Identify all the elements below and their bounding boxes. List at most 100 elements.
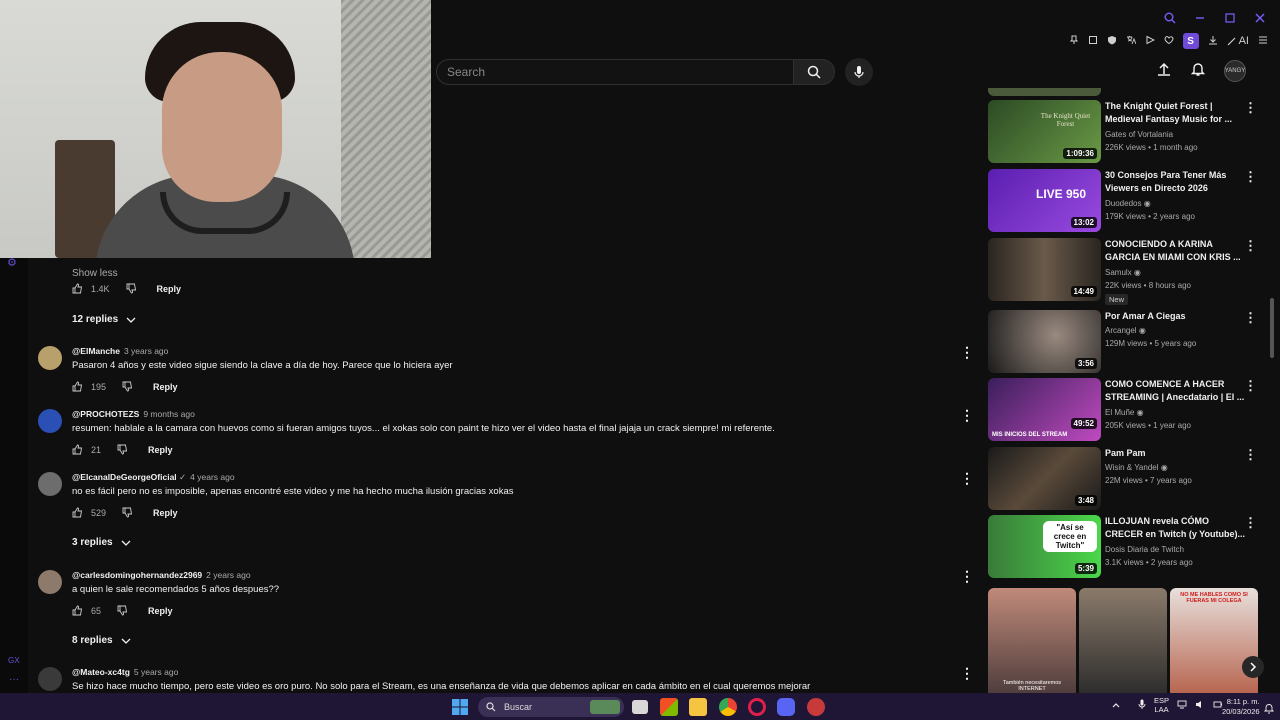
heart-icon[interactable] — [1164, 35, 1174, 48]
store-icon[interactable] — [660, 698, 678, 716]
account-avatar[interactable]: YANGY — [1224, 60, 1246, 82]
like-icon[interactable] — [72, 605, 83, 616]
video-title[interactable]: Por Amar A Ciegas — [1105, 310, 1245, 323]
video-menu-icon[interactable]: ⋮ — [1244, 238, 1257, 254]
short-video[interactable]: También necesitaremos INTERNET — [988, 588, 1076, 693]
menu-icon[interactable] — [1258, 35, 1268, 48]
reply-button[interactable]: Reply — [148, 606, 173, 616]
video-menu-icon[interactable]: ⋮ — [1244, 447, 1257, 463]
chevron-up-icon[interactable] — [1112, 701, 1120, 710]
notification-bell-icon[interactable] — [1263, 701, 1275, 719]
language-indicator[interactable]: ESP LAA — [1154, 696, 1169, 714]
video-channel[interactable]: El Muñe ◉ — [1105, 408, 1144, 417]
commenter-avatar[interactable] — [38, 570, 62, 594]
app-icon[interactable] — [807, 698, 825, 716]
video-channel[interactable]: Wisin & Yandel ◉ — [1105, 463, 1168, 472]
play-icon[interactable] — [1145, 35, 1155, 48]
video-title[interactable]: CONOCIENDO A KARINA GARCIA EN MIAMI CON … — [1105, 238, 1245, 264]
video-channel[interactable]: Arcangel ◉ — [1105, 326, 1146, 335]
reply-button[interactable]: Reply — [157, 284, 182, 294]
opera-gx-icon[interactable] — [748, 698, 766, 716]
replies-toggle[interactable]: 12 replies — [72, 314, 136, 325]
shorts-next-button[interactable] — [1242, 656, 1264, 678]
video-menu-icon[interactable]: ⋮ — [1244, 515, 1257, 531]
video-menu-icon[interactable]: ⋮ — [1244, 169, 1257, 185]
commenter-avatar[interactable] — [38, 472, 62, 496]
video-channel[interactable]: Samulx ◉ — [1105, 268, 1141, 277]
reply-button[interactable]: Reply — [153, 382, 178, 392]
minimize-icon[interactable] — [1194, 12, 1206, 27]
reply-button[interactable]: Reply — [153, 508, 178, 518]
ai-button[interactable]: AI — [1227, 35, 1249, 47]
network-icon[interactable] — [1177, 700, 1187, 711]
video-title[interactable]: ILLOJUAN revela CÓMO CRECER en Twitch (y… — [1105, 515, 1245, 541]
video-menu-icon[interactable]: ⋮ — [1244, 100, 1257, 116]
search-icon[interactable] — [1164, 12, 1176, 27]
comment-author[interactable]: @ElcanalDeGeorgeOficial ✓ 4 years ago — [72, 472, 235, 483]
dislike-icon[interactable] — [126, 283, 137, 294]
comment-menu-icon[interactable]: ⋮ — [960, 407, 974, 424]
like-icon[interactable] — [72, 507, 83, 518]
partial-thumbnail[interactable] — [988, 88, 1101, 96]
short-video[interactable] — [1079, 588, 1167, 693]
shield-icon[interactable] — [1107, 35, 1117, 48]
discord-icon[interactable] — [777, 698, 795, 716]
video-menu-icon[interactable]: ⋮ — [1244, 310, 1257, 326]
dislike-icon[interactable] — [122, 381, 133, 392]
replies-toggle[interactable]: 3 replies — [72, 537, 131, 548]
video-channel[interactable]: Duodedos ◉ — [1105, 199, 1151, 208]
microphone-icon[interactable] — [1138, 699, 1146, 711]
commenter-avatar[interactable] — [38, 346, 62, 370]
dislike-icon[interactable] — [117, 605, 128, 616]
more-icon[interactable]: ··· — [9, 674, 19, 685]
translate-icon[interactable] — [1126, 35, 1137, 48]
video-thumbnail[interactable]: The Knight Quiet Forest 1:09:36 — [988, 100, 1101, 163]
notifications-bell-icon[interactable] — [1190, 61, 1206, 82]
s-extension-badge[interactable]: S — [1182, 33, 1199, 49]
video-title[interactable]: The Knight Quiet Forest | Medieval Fanta… — [1105, 100, 1245, 126]
video-menu-icon[interactable]: ⋮ — [1244, 378, 1257, 394]
video-thumbnail[interactable]: 3:56 — [988, 310, 1101, 373]
comment-author[interactable]: @carlesdomingohernandez2969 2 years ago — [72, 570, 251, 580]
chrome-icon[interactable] — [719, 698, 737, 716]
search-button[interactable] — [793, 59, 835, 85]
comment-menu-icon[interactable]: ⋮ — [960, 665, 974, 682]
video-channel[interactable]: Dosis Diaria de Twitch — [1105, 545, 1184, 554]
video-title[interactable]: 30 Consejos Para Tener Más Viewers en Di… — [1105, 169, 1245, 195]
voice-search-button[interactable] — [845, 58, 873, 86]
video-thumbnail[interactable]: LIVE 950 13:02 — [988, 169, 1101, 232]
video-thumbnail[interactable]: 3:48 — [988, 447, 1101, 510]
pin-icon[interactable] — [1069, 35, 1079, 48]
comment-author[interactable]: @ElManche 3 years ago — [72, 346, 168, 356]
taskbar-search[interactable]: Buscar — [478, 697, 624, 717]
volume-icon[interactable] — [1195, 700, 1205, 711]
video-thumbnail[interactable]: "Así se crece en Twitch" 5:39 — [988, 515, 1101, 578]
comment-menu-icon[interactable]: ⋮ — [960, 344, 974, 361]
like-icon[interactable] — [72, 444, 83, 455]
video-channel[interactable]: Gates of Vortalania — [1105, 130, 1173, 139]
download-icon[interactable] — [1208, 35, 1218, 48]
crop-icon[interactable] — [1088, 35, 1098, 48]
commenter-avatar[interactable] — [38, 667, 62, 691]
task-view-icon[interactable] — [632, 700, 648, 714]
video-title[interactable]: Pam Pam — [1105, 447, 1245, 460]
video-title[interactable]: COMO COMENCE A HACER STREAMING | Anecdat… — [1105, 378, 1245, 404]
like-icon[interactable] — [72, 381, 83, 392]
comment-author[interactable]: @PROCHOTEZS 9 months ago — [72, 409, 195, 419]
page-scrollbar[interactable] — [1270, 298, 1274, 358]
video-thumbnail[interactable]: MIS INICIOS DEL STREAM 49:52 — [988, 378, 1101, 441]
windows-start-icon[interactable] — [452, 699, 468, 720]
dislike-icon[interactable] — [117, 444, 128, 455]
comment-author[interactable]: @Mateo-xc4tg 5 years ago — [72, 667, 178, 677]
like-icon[interactable] — [72, 283, 83, 294]
maximize-icon[interactable] — [1224, 12, 1236, 27]
reply-button[interactable]: Reply — [148, 445, 173, 455]
replies-toggle[interactable]: 8 replies — [72, 635, 131, 646]
comment-menu-icon[interactable]: ⋮ — [960, 470, 974, 487]
short-video[interactable]: NO ME HABLES COMO SI FUERAS MI COLEGA — [1170, 588, 1258, 693]
file-explorer-icon[interactable] — [689, 698, 707, 716]
close-icon[interactable] — [1254, 12, 1266, 27]
video-thumbnail[interactable]: 14:49 — [988, 238, 1101, 301]
taskbar-clock[interactable]: 8:11 p. m. 20/03/2026 — [1222, 697, 1260, 717]
search-input[interactable] — [447, 65, 793, 79]
